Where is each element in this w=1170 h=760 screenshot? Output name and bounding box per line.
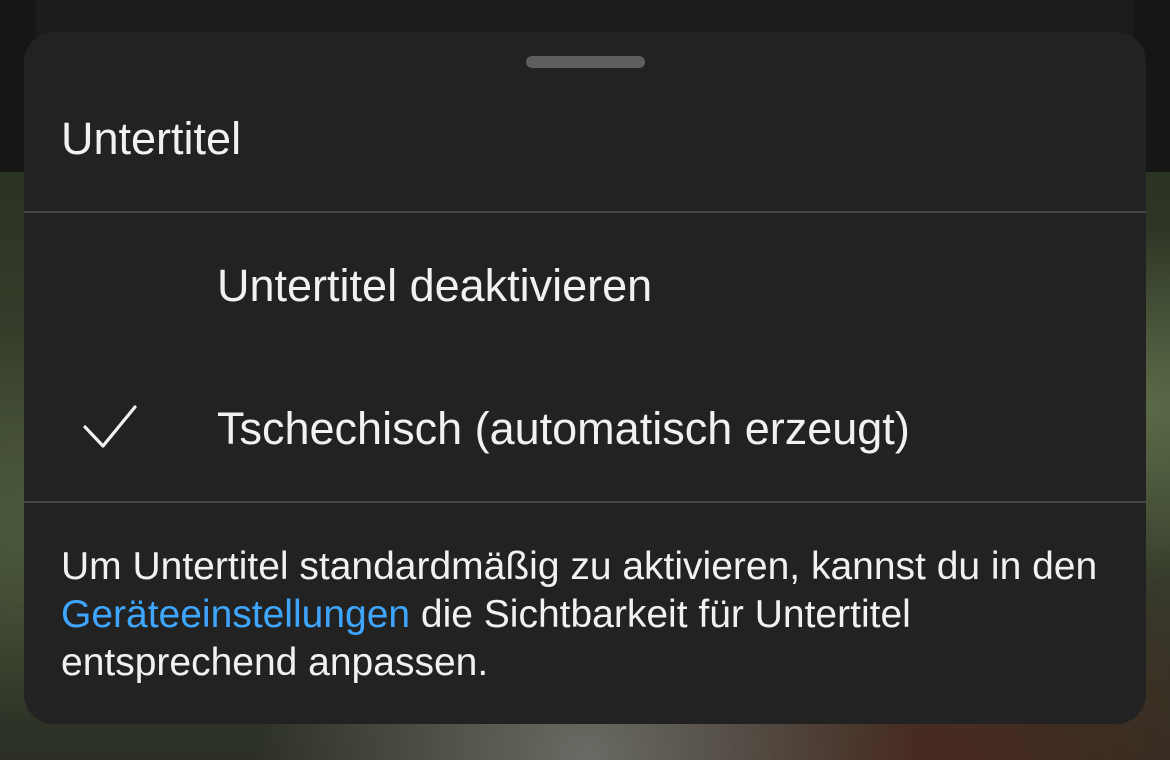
option-disable-captions[interactable]: Untertitel deaktivieren	[24, 215, 1146, 355]
option-czech-auto-generated[interactable]: Tschechisch (automatisch erzeugt)	[24, 358, 1146, 498]
drag-handle[interactable]	[526, 56, 645, 68]
option-label: Untertitel deaktivieren	[217, 260, 653, 311]
device-settings-link[interactable]: Geräteeinstellungen	[61, 593, 410, 636]
captions-info-text: Um Untertitel standardmäßig zu aktiviere…	[61, 543, 1121, 687]
divider	[24, 211, 1146, 213]
info-text-prefix: Um Untertitel standardmäßig zu aktiviere…	[61, 545, 1098, 588]
divider	[24, 501, 1146, 503]
option-label: Tschechisch (automatisch erzeugt)	[217, 403, 910, 454]
checkmark-icon	[83, 405, 137, 448]
screen: Untertitel Untertitel deaktivieren Tsche…	[0, 0, 1170, 760]
captions-bottom-sheet: Untertitel Untertitel deaktivieren Tsche…	[24, 32, 1146, 724]
sheet-title: Untertitel	[61, 113, 242, 164]
